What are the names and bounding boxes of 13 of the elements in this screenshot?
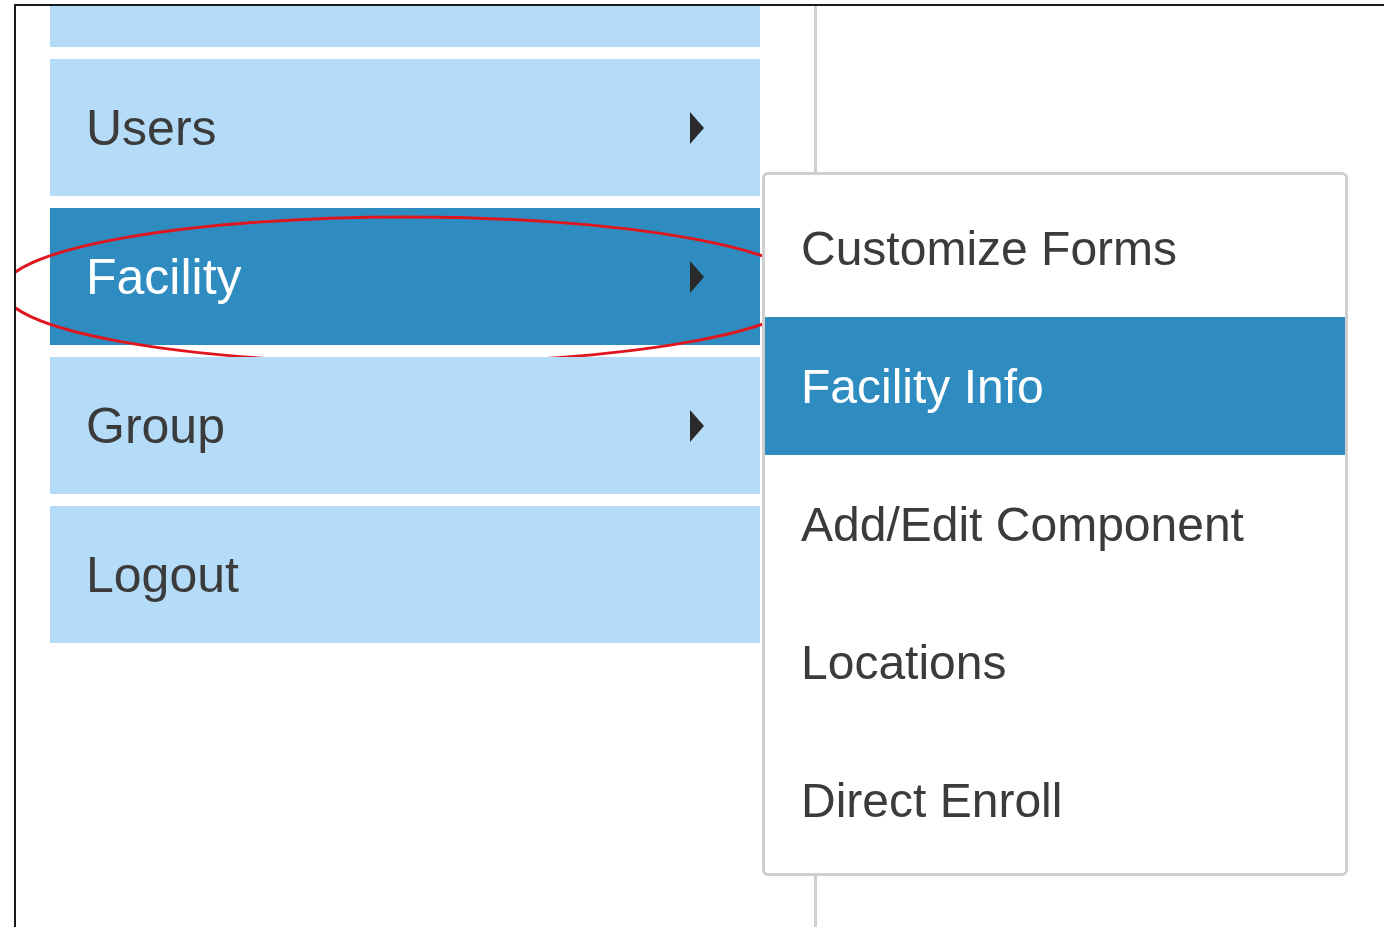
menu-item[interactable]: Logout — [50, 506, 760, 643]
menu-item[interactable] — [50, 6, 760, 47]
caret-icon — [690, 409, 704, 442]
caret-icon — [690, 111, 704, 144]
submenu-item[interactable]: Locations — [765, 593, 1345, 731]
caret-icon — [690, 260, 704, 293]
submenu-item[interactable]: Facility Info — [765, 317, 1345, 455]
menu-item[interactable]: Facility — [50, 208, 760, 345]
menu-item[interactable]: Group — [50, 357, 760, 494]
submenu-item[interactable]: Customize Forms — [765, 179, 1345, 317]
submenu-item[interactable]: Add/Edit Component — [765, 455, 1345, 593]
submenu-item[interactable]: Direct Enroll — [765, 731, 1345, 869]
menu-item[interactable]: Users — [50, 59, 760, 196]
